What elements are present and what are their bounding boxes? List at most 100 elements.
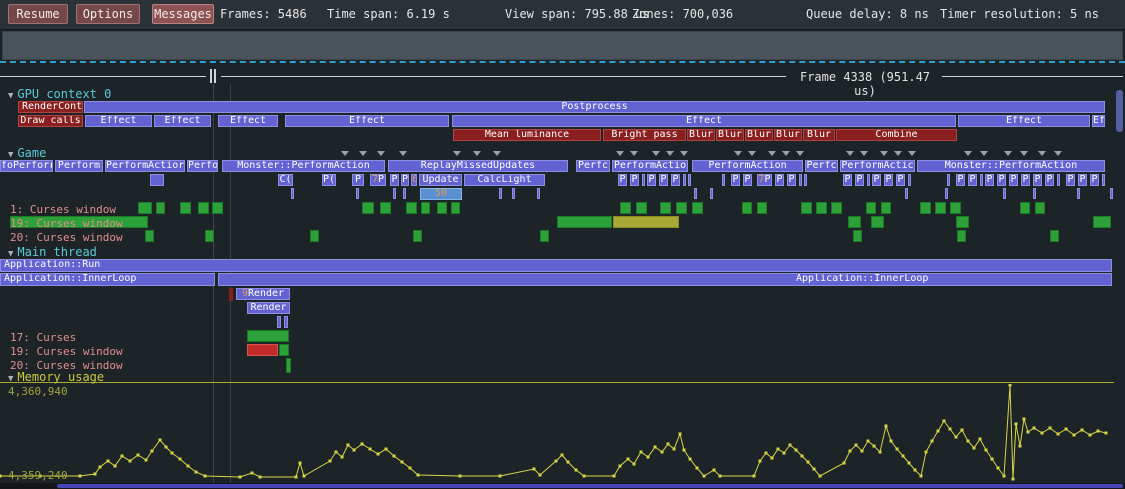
zone-bar[interactable]: Combine bbox=[836, 129, 957, 141]
zone-bar[interactable] bbox=[957, 230, 966, 242]
zone-bar[interactable] bbox=[451, 202, 460, 214]
zone-bar[interactable]: ReplayMissedUpdates bbox=[388, 160, 568, 172]
zone-bar[interactable] bbox=[413, 230, 422, 242]
zone-bar[interactable]: Perfc bbox=[805, 160, 838, 172]
collapsed-zones-marker-icon[interactable] bbox=[399, 151, 407, 156]
zone-bar[interactable] bbox=[284, 316, 288, 328]
zone-bar[interactable] bbox=[947, 174, 950, 186]
zone-bar[interactable] bbox=[229, 288, 233, 301]
collapsed-zones-marker-icon[interactable] bbox=[894, 151, 902, 156]
zone-bar[interactable] bbox=[499, 188, 502, 199]
zone-bar[interactable] bbox=[613, 216, 679, 228]
frame-pause-marker[interactable] bbox=[210, 69, 212, 83]
zone-bar[interactable]: P bbox=[1045, 174, 1054, 186]
zone-bar[interactable]: Effect bbox=[285, 115, 449, 127]
collapsed-zones-marker-icon[interactable] bbox=[782, 151, 790, 156]
zone-bar[interactable] bbox=[205, 230, 214, 242]
zone-bar[interactable] bbox=[212, 202, 223, 214]
collapsed-zones-marker-icon[interactable] bbox=[1038, 151, 1046, 156]
zone-bar[interactable]: P bbox=[855, 174, 864, 186]
zone-bar[interactable]: C( bbox=[278, 174, 293, 186]
zone-bar[interactable]: P bbox=[896, 174, 905, 186]
frame-ruler-line[interactable] bbox=[942, 76, 1123, 77]
collapsed-zones-marker-icon[interactable] bbox=[860, 151, 868, 156]
zone-bar[interactable] bbox=[636, 202, 647, 214]
zone-bar[interactable]: Render bbox=[247, 302, 290, 314]
zone-bar[interactable]: Effect bbox=[218, 115, 278, 127]
zone-bar[interactable] bbox=[848, 216, 861, 228]
section-header-memory[interactable]: ▼Memory usage bbox=[8, 370, 104, 384]
frame-ruler-line[interactable] bbox=[0, 76, 206, 77]
zone-bar[interactable] bbox=[1020, 202, 1030, 214]
zone-bar[interactable] bbox=[540, 230, 549, 242]
zone-bar[interactable]: P bbox=[1033, 174, 1042, 186]
zone-bar[interactable]: Application::Run bbox=[0, 259, 1112, 272]
zone-bar[interactable] bbox=[380, 202, 391, 214]
zone-bar[interactable] bbox=[198, 202, 209, 214]
zone-bar[interactable]: 7P bbox=[757, 174, 772, 186]
zone-bar[interactable] bbox=[1110, 188, 1113, 199]
zone-bar[interactable]: Perform bbox=[55, 160, 103, 172]
collapsed-zones-marker-icon[interactable] bbox=[616, 151, 624, 156]
zone-bar[interactable] bbox=[1035, 202, 1045, 214]
collapsed-zones-marker-icon[interactable] bbox=[734, 151, 742, 156]
zone-bar[interactable]: P bbox=[1090, 174, 1099, 186]
zone-bar[interactable] bbox=[1033, 188, 1036, 199]
zone-bar[interactable]: P bbox=[997, 174, 1006, 186]
messages-button[interactable]: Messages bbox=[152, 4, 214, 24]
zone-bar[interactable]: PerformActio bbox=[612, 160, 688, 172]
zone-bar[interactable] bbox=[1057, 174, 1060, 186]
collapsed-zones-marker-icon[interactable] bbox=[880, 151, 888, 156]
zone-bar[interactable] bbox=[871, 216, 884, 228]
zone-bar[interactable]: P bbox=[671, 174, 680, 186]
zone-bar[interactable] bbox=[692, 202, 703, 214]
collapsed-zones-marker-icon[interactable] bbox=[680, 151, 688, 156]
zone-bar[interactable] bbox=[557, 216, 612, 228]
zone-bar[interactable] bbox=[710, 188, 713, 199]
frame-ruler-line[interactable] bbox=[221, 76, 786, 77]
collapse-triangle-icon[interactable]: ▼ bbox=[8, 374, 13, 384]
zone-bar[interactable] bbox=[286, 358, 291, 373]
zone-bar[interactable]: P bbox=[1078, 174, 1087, 186]
zone-bar[interactable]: Perfoi bbox=[187, 160, 218, 172]
zone-bar[interactable] bbox=[688, 174, 691, 186]
zone-bar[interactable] bbox=[831, 202, 842, 214]
zone-bar[interactable] bbox=[512, 188, 515, 199]
zone-bar[interactable] bbox=[279, 344, 289, 356]
zone-bar[interactable]: Application::InnerLoop bbox=[218, 273, 1112, 286]
zone-bar[interactable]: P bbox=[968, 174, 977, 186]
zone-bar[interactable]: P bbox=[630, 174, 639, 186]
zone-bar[interactable]: Effect bbox=[452, 115, 956, 127]
zone-bar[interactable] bbox=[866, 202, 876, 214]
zone-bar[interactable]: Blur bbox=[716, 129, 744, 141]
zone-bar[interactable]: Application::InnerLoop bbox=[0, 273, 215, 286]
vertical-scrollbar-thumb[interactable] bbox=[1116, 90, 1123, 132]
zone-bar[interactable] bbox=[853, 230, 862, 242]
zone-bar[interactable]: foPerforr bbox=[0, 160, 53, 172]
vertical-scrollbar[interactable] bbox=[1114, 86, 1125, 483]
collapsed-zones-marker-icon[interactable] bbox=[359, 151, 367, 156]
zone-bar[interactable]: P bbox=[787, 174, 796, 186]
collapsed-zones-marker-icon[interactable] bbox=[666, 151, 674, 156]
zone-bar[interactable]: CalcLight bbox=[464, 174, 545, 186]
zone-bar[interactable]: Update bbox=[419, 174, 462, 186]
zone-bar[interactable] bbox=[660, 202, 671, 214]
horizontal-scrollbar[interactable] bbox=[0, 483, 1125, 489]
zone-bar[interactable]: Blur bbox=[774, 129, 802, 141]
zone-bar[interactable]: P bbox=[743, 174, 752, 186]
frame-pause-marker[interactable] bbox=[214, 69, 216, 83]
collapsed-zones-marker-icon[interactable] bbox=[377, 151, 385, 156]
zone-bar[interactable] bbox=[905, 188, 908, 199]
zone-bar[interactable]: P( bbox=[322, 174, 336, 186]
zone-bar[interactable]: Blur bbox=[803, 129, 835, 141]
zone-bar[interactable]: P bbox=[390, 174, 399, 186]
section-header-main-thread[interactable]: ▼Main thread bbox=[8, 245, 97, 259]
zone-bar[interactable] bbox=[816, 202, 827, 214]
zone-bar[interactable]: RenderConte bbox=[18, 101, 83, 113]
zone-bar[interactable] bbox=[950, 202, 961, 214]
zone-bar[interactable]: Blur bbox=[687, 129, 715, 141]
collapsed-zones-marker-icon[interactable] bbox=[748, 151, 756, 156]
zone-bar[interactable] bbox=[437, 202, 447, 214]
frames-overview-strip[interactable] bbox=[2, 31, 1123, 60]
zone-bar[interactable] bbox=[180, 202, 191, 214]
